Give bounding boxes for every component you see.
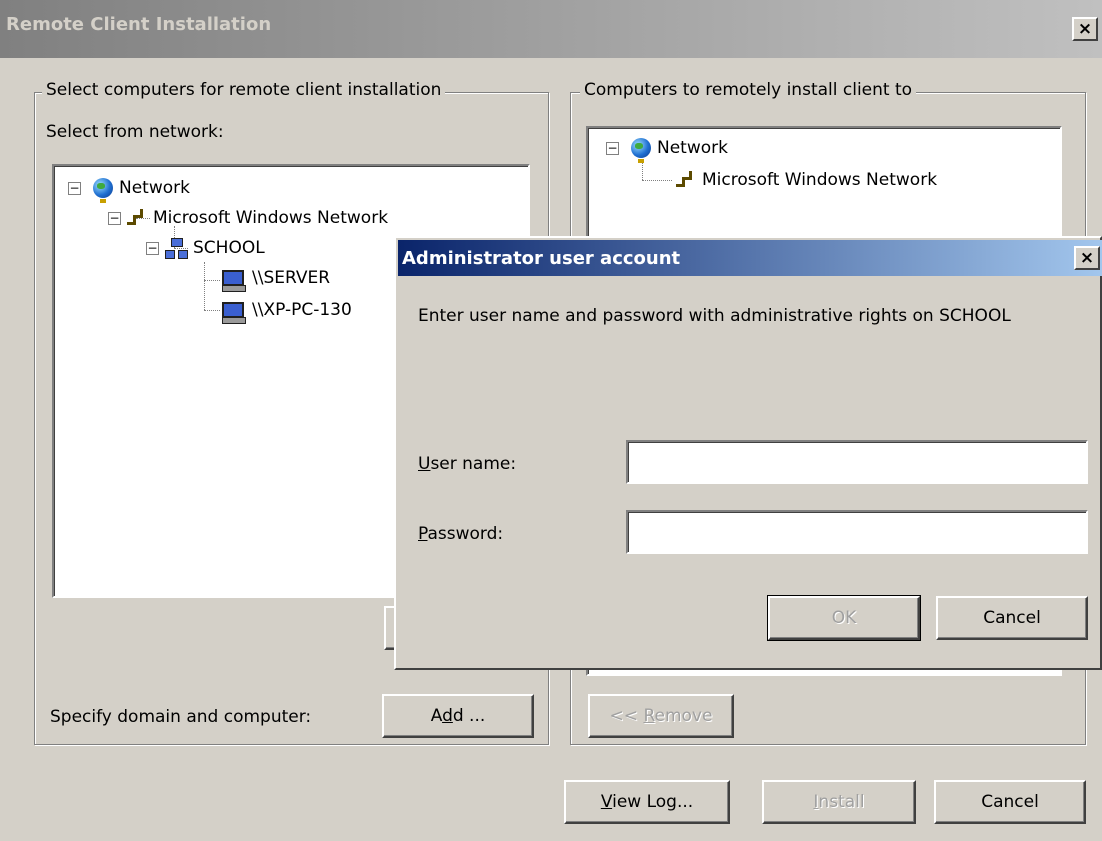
- tree-label: Microsoft Windows Network: [702, 170, 938, 190]
- username-input[interactable]: [626, 440, 1088, 484]
- tree-node-server[interactable]: \\SERVER: [222, 262, 330, 294]
- domain-icon: [165, 238, 188, 259]
- tree-label: Network: [119, 178, 190, 198]
- install-label: Install: [813, 792, 865, 812]
- window-close-button[interactable]: ×: [1072, 17, 1098, 41]
- ok-button[interactable]: OK: [767, 595, 921, 641]
- dialog-titlebar: Administrator user account ×: [398, 240, 1102, 276]
- tree-node-school[interactable]: − SCHOOL: [146, 232, 265, 264]
- install-button[interactable]: Install: [762, 780, 916, 824]
- cancel-label: Cancel: [981, 792, 1039, 812]
- dialog-message: Enter user name and password with admini…: [418, 306, 1011, 326]
- view-log-button[interactable]: View Log...: [564, 780, 730, 824]
- tree-node-network[interactable]: − Network: [68, 172, 190, 204]
- computer-icon: [222, 270, 246, 292]
- username-label: User name:: [418, 454, 517, 474]
- tree-node-network[interactable]: − Network: [606, 132, 728, 164]
- collapse-icon[interactable]: −: [146, 241, 159, 255]
- window-title: Remote Client Installation: [6, 14, 272, 35]
- dialog-title: Administrator user account: [402, 248, 681, 269]
- tree-label: Microsoft Windows Network: [153, 208, 389, 228]
- tree-label: \\XP-PC-130: [252, 300, 352, 320]
- window-titlebar: Remote Client Installation ×: [0, 0, 1102, 58]
- network-provider-icon: [127, 209, 149, 227]
- password-input[interactable]: [626, 510, 1088, 554]
- tree-label: Network: [657, 138, 728, 158]
- collapse-icon[interactable]: −: [68, 181, 81, 195]
- ok-label: OK: [831, 608, 857, 628]
- tree-node-xp-pc-130[interactable]: \\XP-PC-130: [222, 294, 352, 326]
- collapse-icon[interactable]: −: [606, 141, 619, 155]
- tree-label: SCHOOL: [193, 238, 265, 258]
- close-icon: ×: [1077, 18, 1093, 39]
- add-button[interactable]: Add ...: [382, 694, 534, 738]
- cancel-button[interactable]: Cancel: [934, 780, 1086, 824]
- right-group-legend: Computers to remotely install client to: [580, 80, 917, 100]
- tree-node-microsoft-windows-network[interactable]: − Microsoft Windows Network: [108, 202, 388, 234]
- dialog-cancel-label: Cancel: [983, 608, 1041, 628]
- network-provider-icon: [676, 171, 698, 189]
- close-icon: ×: [1079, 247, 1095, 268]
- view-log-label: View Log...: [600, 792, 694, 812]
- left-group-legend: Select computers for remote client insta…: [42, 80, 446, 100]
- admin-account-dialog: Administrator user account × Enter user …: [394, 236, 1102, 670]
- tree-label: \\SERVER: [252, 268, 331, 288]
- specify-domain-label: Specify domain and computer:: [50, 707, 312, 727]
- dialog-close-button[interactable]: ×: [1074, 246, 1100, 270]
- computer-icon: [222, 302, 246, 324]
- network-globe-icon: [93, 178, 113, 203]
- network-globe-icon: [631, 138, 651, 163]
- select-from-network-label: Select from network:: [46, 122, 224, 142]
- tree-node-microsoft-windows-network[interactable]: Microsoft Windows Network: [676, 164, 937, 196]
- remove-button-label: << Remove: [609, 706, 713, 726]
- add-button-label: Add ...: [430, 706, 486, 726]
- password-label: Password:: [418, 524, 504, 544]
- remove-button[interactable]: << Remove: [588, 694, 734, 738]
- collapse-icon[interactable]: −: [108, 211, 121, 225]
- dialog-cancel-button[interactable]: Cancel: [936, 596, 1088, 640]
